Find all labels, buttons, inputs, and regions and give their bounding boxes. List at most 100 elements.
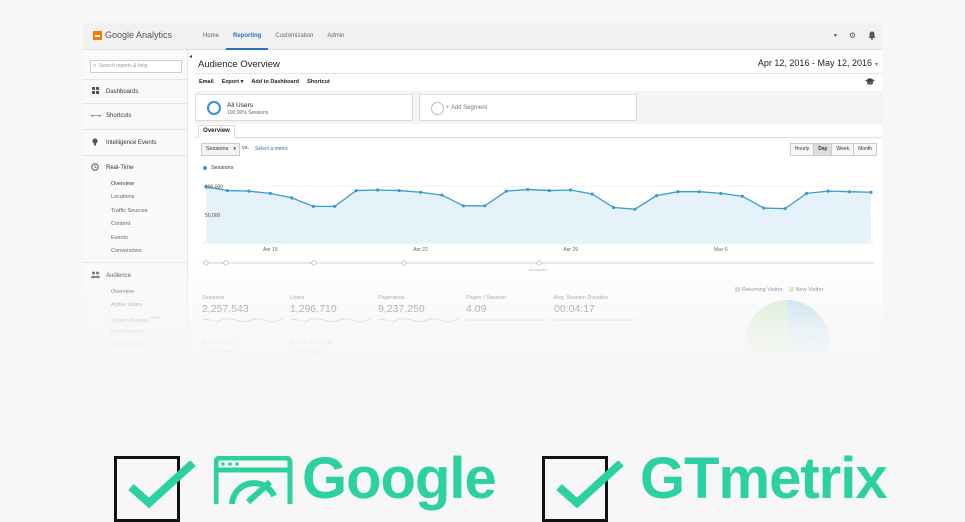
data-point [719, 191, 723, 195]
select-a-metric-link[interactable]: Select a metric [255, 146, 288, 152]
add-segment-label: + Add Segment [446, 105, 488, 111]
add-to-dashboard-button[interactable]: Add to Dashboard [251, 79, 299, 85]
sidebar-item-shortcuts[interactable]: ⟷ Shortcuts [91, 112, 131, 120]
sidebar-sub-active-users[interactable]: Active Users [111, 302, 142, 308]
graduation-cap-icon[interactable] [865, 78, 875, 87]
granularity-hourly[interactable]: Hourly [789, 143, 815, 156]
date-range-text: Apr 12, 2016 - May 12, 2016 [757, 58, 872, 68]
data-point [569, 188, 573, 192]
sidebar-sub-audience-overview[interactable]: Overview [111, 289, 134, 295]
people-icon [91, 271, 100, 280]
metric-label: Bounce Rate [202, 340, 234, 346]
series-area-sessions [206, 186, 871, 243]
sidebar-item-dashboards[interactable]: Dashboards [91, 87, 138, 96]
nav-customization[interactable]: Customization [268, 23, 320, 50]
email-button[interactable]: Email [199, 79, 214, 85]
metric-value: 42.07% [202, 348, 238, 360]
metric-pages-per-session: Pages / Session 4.09 [466, 295, 552, 324]
add-segment-button[interactable]: + Add Segment [419, 94, 637, 121]
pie-legend-label: Returning Visitor [742, 287, 783, 293]
segment-label: All Users [227, 102, 254, 109]
granularity-week[interactable]: Week [831, 143, 855, 156]
sidebar-item-label: Shortcuts [106, 113, 132, 119]
pie-legend-new: New Visitor [788, 287, 823, 293]
checkmark-icon [556, 461, 624, 509]
sidebar-sub-conversions[interactable]: Conversions [111, 248, 142, 254]
metric-pageviews: Pageviews 9,237,250 [378, 295, 464, 324]
pie-legend-returning: Returning Visitor [735, 287, 783, 293]
sidebar-item-intelligence-events[interactable]: Intelligence Events [91, 138, 156, 148]
sidebar-sub-interests[interactable]: Interests [111, 355, 132, 361]
sidebar-item-audience[interactable]: Audience [91, 271, 131, 280]
brand-name: Google Analytics [105, 30, 173, 40]
divider [83, 129, 188, 130]
divider [83, 79, 188, 80]
x-tick-label: Apr 15 [263, 247, 278, 251]
sparkline [466, 319, 546, 321]
checkbox-google [114, 456, 196, 522]
legend-label: Sessions [211, 165, 234, 171]
top-icons: ▾ ⚙ [834, 31, 876, 42]
metric-select[interactable]: Sessions ▾ [201, 143, 240, 156]
tab-row: Overview [195, 124, 882, 138]
date-range-picker[interactable]: Apr 12, 2016 - May 12, 2016 ▾ [758, 58, 878, 68]
annotation-marker [203, 260, 209, 266]
sidebar: ⌕ Search reports & help Dashboards ⟷ Sho… [83, 50, 188, 363]
export-button[interactable]: Export ▾ [222, 79, 244, 85]
gear-icon[interactable]: ⚙ [849, 31, 856, 42]
chevron-down-icon[interactable]: ▾ [834, 32, 837, 42]
sidebar-sub-locations[interactable]: Locations [111, 194, 135, 200]
data-point [590, 192, 594, 196]
nav-home[interactable]: Home [196, 23, 226, 50]
shortcut-button[interactable]: Shortcut [307, 79, 330, 85]
metric-value: 9,237,250 [378, 303, 425, 315]
annotation-marker [311, 260, 317, 266]
data-point [504, 189, 508, 193]
sparkline [202, 318, 282, 323]
search-input[interactable]: ⌕ Search reports & help [90, 60, 182, 73]
tab-overview[interactable]: Overview [198, 125, 235, 138]
chart-legend: Sessions [203, 165, 233, 171]
vs-label: vs. [242, 145, 250, 151]
divider [83, 155, 188, 156]
sidebar-sub-demographics[interactable]: Demographics [111, 342, 146, 348]
collapse-sidebar-icon[interactable]: ◂ [189, 53, 192, 60]
sidebar-sub-events[interactable]: Events [111, 235, 128, 241]
google-wordmark: Google [302, 446, 497, 511]
clock-icon [91, 163, 99, 173]
sparkline [378, 318, 458, 323]
sidebar-sub-cohort-analysis[interactable]: Cohort Analysis BETA [111, 316, 160, 324]
search-icon: ⌕ [93, 63, 97, 69]
sidebar-item-real-time[interactable]: Real-Time [91, 163, 133, 173]
segment-all-users[interactable]: All Users 100.00% Sessions [195, 94, 413, 121]
empty-circle-icon [431, 102, 444, 115]
legend-swatch [735, 287, 740, 292]
metric-users: Users 1,296,710 [290, 295, 376, 324]
sidebar-sub-traffic-sources[interactable]: Traffic Sources [111, 208, 148, 214]
sidebar-item-label: Intelligence Events [106, 140, 157, 146]
bell-icon[interactable] [868, 31, 876, 42]
x-tick-label: May 6 [714, 247, 728, 251]
metric-sessions: Sessions 2,257,543 [202, 295, 288, 324]
divider [83, 262, 188, 263]
brand[interactable]: Google Analytics [93, 30, 172, 40]
nav-reporting[interactable]: Reporting [226, 23, 269, 50]
sidebar-sub-label: Cohort Analysis [111, 317, 150, 324]
metric-value: 4.09 [466, 303, 487, 315]
sidebar-sub-overview[interactable]: Overview [111, 181, 134, 187]
checkbox-gtmetrix [542, 456, 624, 522]
y-tick-label: 100,000 [205, 185, 223, 191]
page-title: Audience Overview [198, 59, 280, 70]
analytics-screenshot: Google Analytics Home Reporting Customiz… [83, 23, 882, 363]
sparkline [554, 319, 634, 321]
granularity-day[interactable]: Day [813, 143, 833, 156]
grid-icon [91, 87, 99, 96]
metric-value: 00:04:17 [554, 303, 595, 315]
granularity-month[interactable]: Month [853, 143, 877, 156]
data-point [762, 206, 766, 210]
sidebar-sub-content[interactable]: Content [111, 221, 130, 227]
nav-admin[interactable]: Admin [320, 23, 351, 50]
metric-label: % New Sessions [290, 340, 332, 346]
annotations-label: Annotations [529, 268, 548, 272]
sidebar-sub-user-explorer[interactable]: User Explorer [111, 329, 145, 335]
